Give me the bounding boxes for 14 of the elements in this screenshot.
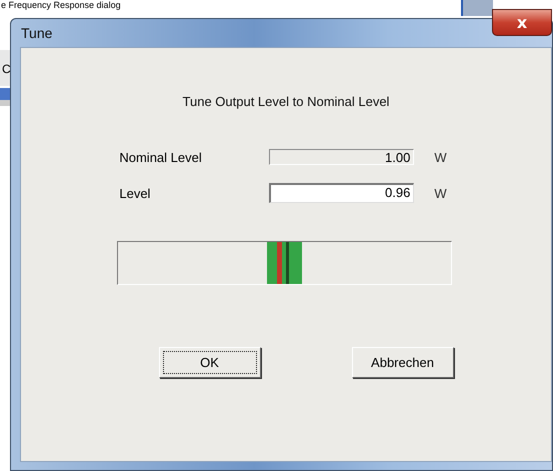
target-line [286, 242, 289, 284]
window-title: e Frequency Response dialog [0, 0, 122, 10]
input-field[interactable]: 0.96 [269, 183, 414, 203]
window-title: Tune [21, 25, 52, 41]
close-button[interactable]: x [492, 9, 552, 36]
heading-text: Tune Output Level to Nominal Level [182, 94, 390, 109]
unit-label: W [434, 186, 447, 200]
ok-button[interactable]: OK [158, 347, 260, 378]
scrollbar[interactable] [461, 0, 493, 16]
field-label: Level [119, 186, 152, 200]
field-label: Nominal Level [119, 150, 203, 164]
unit-label: W [434, 150, 447, 164]
cancel-button[interactable]: Abbrechen [352, 347, 454, 378]
readonly-field: 1.00 [269, 149, 414, 165]
